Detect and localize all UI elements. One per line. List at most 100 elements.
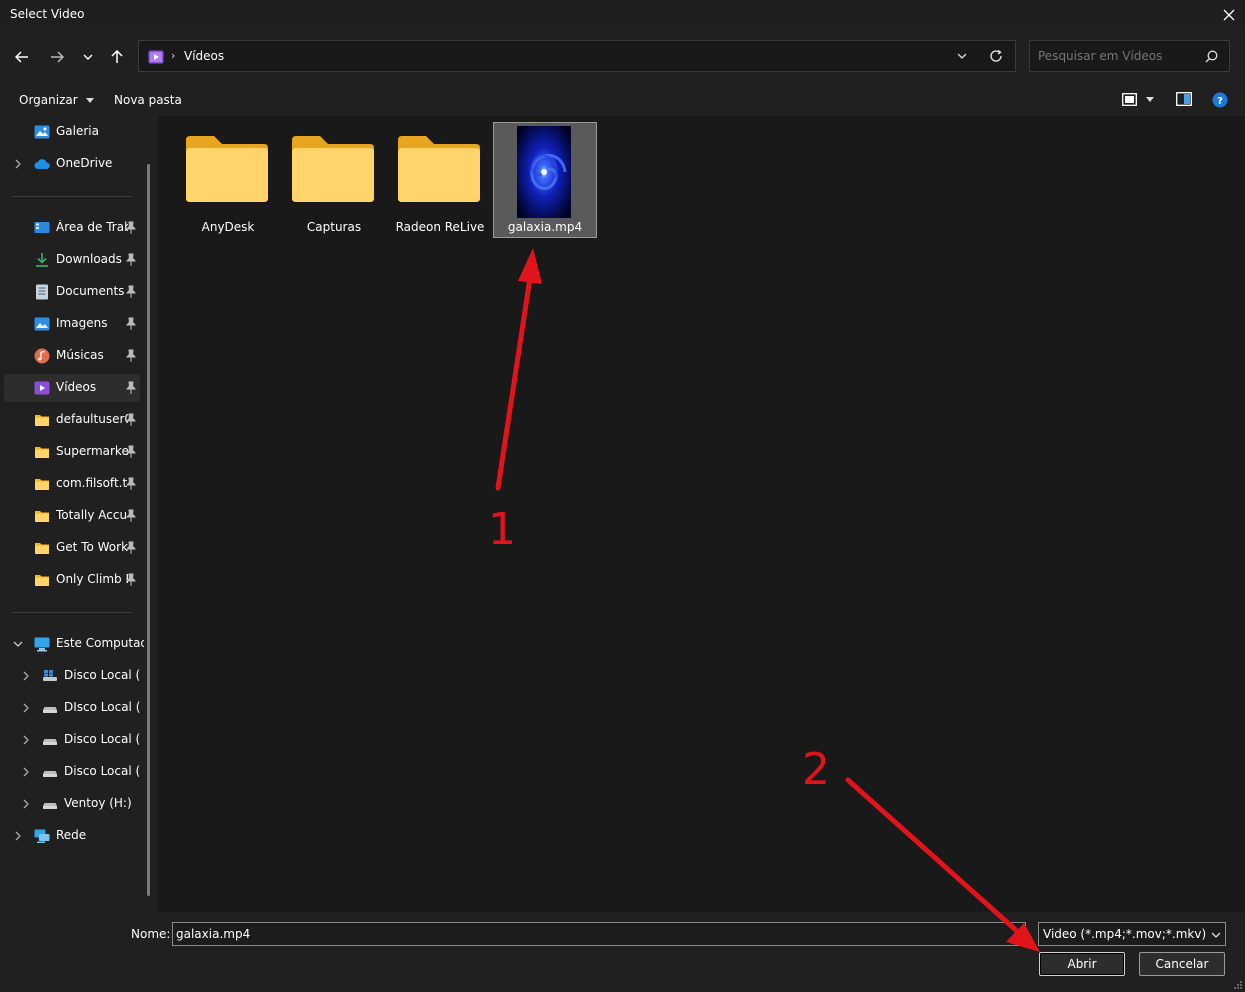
arrow-left-icon — [15, 51, 28, 63]
recent-locations-button[interactable] — [74, 43, 102, 71]
resize-grip-icon[interactable] — [1233, 980, 1243, 990]
network-icon — [34, 829, 50, 843]
file-name: AnyDesk — [201, 220, 255, 234]
forward-button[interactable] — [43, 43, 71, 71]
video-thumbnail — [517, 126, 571, 218]
sidebar-item-get-to-work[interactable]: Get To Work — [4, 534, 140, 562]
sidebar-item-defaultuser0[interactable]: defaultuser0 — [4, 406, 140, 434]
preview-pane-button[interactable] — [1176, 92, 1192, 109]
command-bar — [0, 84, 1245, 116]
cancel-button[interactable]: Cancelar — [1139, 952, 1225, 976]
file-type-select[interactable]: Video (*.mp4;*.mov;*.mkv) — [1038, 922, 1226, 946]
pin-icon — [125, 221, 137, 234]
file-item-anydesk[interactable]: AnyDesk — [176, 122, 280, 238]
sidebar-item-label: Supermarket — [56, 444, 128, 458]
file-item-galaxia[interactable]: galaxia.mp4 — [493, 122, 597, 238]
file-item-radeon-relive[interactable]: Radeon ReLive — [388, 122, 492, 238]
sidebar-scrollbar[interactable] — [147, 164, 150, 896]
sidebar-item-comfilsoft[interactable]: com.filsoft.ti — [4, 470, 140, 498]
sidebar-item-label: Rede — [56, 828, 87, 842]
sidebar-item-videos[interactable]: Vídeos — [4, 374, 140, 402]
sidebar-item-label: Disco Local (C — [64, 668, 140, 682]
caret-down-icon — [85, 98, 94, 103]
folder-icon — [35, 575, 49, 586]
sidebar-item-label: Disco Local (G — [64, 764, 140, 778]
sidebar-item-only-climb[interactable]: Only Climb E — [4, 566, 140, 594]
sidebar-item-supermarket[interactable]: Supermarket — [4, 438, 140, 466]
pin-icon — [125, 285, 137, 298]
sidebar-item-drive-f[interactable]: Disco Local (F: — [4, 726, 140, 754]
download-icon — [36, 253, 48, 267]
sidebar-item-label: Área de Traba — [56, 220, 128, 234]
search-box[interactable] — [1029, 40, 1230, 72]
chevron-down-icon — [957, 53, 967, 59]
address-bar[interactable]: › Vídeos — [138, 40, 1016, 72]
pin-icon — [125, 541, 137, 554]
arrow-up-icon — [111, 50, 123, 63]
new-folder-button[interactable]: Nova pasta — [114, 93, 182, 107]
help-button[interactable]: ? — [1212, 92, 1228, 111]
sidebar-item-desktop[interactable]: Área de Traba — [4, 214, 140, 242]
folder-icon — [35, 479, 49, 490]
organize-label: Organizar — [19, 93, 78, 107]
music-icon — [34, 348, 50, 364]
sidebar-divider — [12, 196, 132, 197]
sidebar-item-gallery[interactable]: Galeria — [4, 118, 140, 146]
title-bar: Select Video — [0, 0, 1245, 30]
chevron-down-icon — [1211, 932, 1221, 938]
file-name-input[interactable] — [172, 922, 1026, 946]
organize-button[interactable]: Organizar — [19, 93, 94, 107]
document-icon — [36, 284, 48, 300]
svg-text:?: ? — [1217, 96, 1223, 107]
sidebar-item-drive-h[interactable]: Ventoy (H:) — [4, 790, 140, 818]
sidebar-item-onedrive[interactable]: OneDrive — [4, 150, 140, 178]
pin-icon — [125, 445, 137, 458]
pin-icon — [125, 381, 137, 394]
close-icon — [1223, 9, 1234, 21]
chevron-right-icon — [23, 671, 29, 681]
file-name: galaxia.mp4 — [507, 220, 583, 234]
sidebar-item-downloads[interactable]: Downloads — [4, 246, 140, 274]
back-button[interactable] — [8, 43, 36, 71]
cloud-icon — [34, 159, 50, 169]
sidebar-item-drive-g[interactable]: Disco Local (G — [4, 758, 140, 786]
folder-icon — [186, 136, 268, 202]
sidebar-item-this-pc[interactable]: Este Computado — [4, 630, 144, 658]
pin-icon — [125, 253, 137, 266]
sidebar-item-label: Ventoy (H:) — [64, 796, 132, 810]
videos-folder-icon — [148, 50, 164, 64]
sidebar-item-documents[interactable]: Documents — [4, 278, 140, 306]
breadcrumb[interactable]: Vídeos — [184, 49, 224, 63]
video-icon — [34, 381, 50, 395]
folder-icon — [35, 415, 49, 426]
drive-icon — [43, 771, 57, 777]
system-drive-icon — [43, 670, 57, 681]
view-mode-button[interactable] — [1120, 91, 1158, 109]
address-dropdown-button[interactable] — [953, 47, 971, 65]
sidebar-item-images[interactable]: Imagens — [4, 310, 140, 338]
file-name-label: Nome: — [131, 927, 171, 941]
file-item-capturas[interactable]: Capturas — [282, 122, 386, 238]
chevron-right-icon — [23, 735, 29, 745]
search-input[interactable] — [1038, 48, 1198, 64]
annotation-step-1: 1 — [488, 504, 516, 555]
sidebar-item-label: OneDrive — [56, 156, 113, 170]
sidebar-item-totally-accurate[interactable]: Totally Accur — [4, 502, 140, 530]
arrow-right-icon — [51, 51, 64, 63]
sidebar-item-label: Galeria — [56, 124, 99, 138]
open-button[interactable]: Abrir — [1039, 952, 1125, 976]
refresh-button[interactable] — [987, 47, 1005, 65]
sidebar-item-music[interactable]: Músicas — [4, 342, 140, 370]
up-button[interactable] — [103, 43, 131, 71]
caret-down-icon — [1146, 97, 1154, 102]
sidebar-item-drive-e[interactable]: DIsco Local (E: — [4, 694, 140, 722]
preview-pane-icon — [1176, 92, 1192, 106]
sidebar-item-label: Documents — [56, 284, 125, 298]
sidebar-item-drive-c[interactable]: Disco Local (C — [4, 662, 140, 690]
close-button[interactable] — [1212, 0, 1245, 30]
chevron-right-icon — [23, 703, 29, 713]
sidebar-item-label: DIsco Local (E: — [64, 700, 140, 714]
pin-icon — [125, 317, 137, 330]
sidebar-item-network[interactable]: Rede — [4, 822, 140, 850]
file-type-value: Video (*.mp4;*.mov;*.mkv) — [1043, 927, 1207, 941]
